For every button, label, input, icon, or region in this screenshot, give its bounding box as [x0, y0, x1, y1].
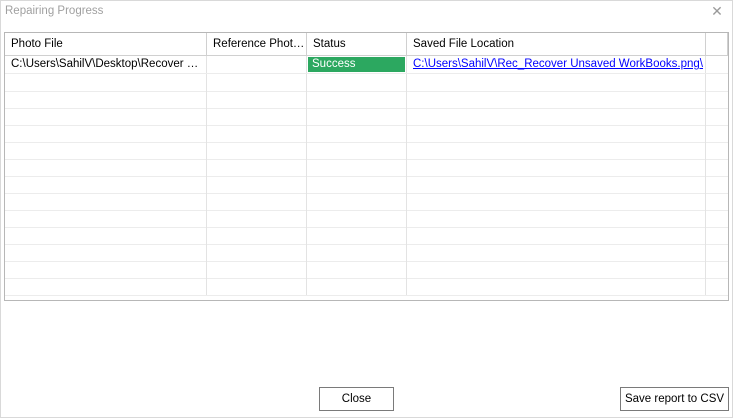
empty-cell	[207, 125, 307, 142]
empty-cell	[207, 91, 307, 108]
empty-cell	[407, 193, 706, 210]
empty-cell	[407, 125, 706, 142]
empty-cell	[307, 125, 407, 142]
empty-cell	[207, 108, 307, 125]
empty-cell	[207, 278, 307, 295]
empty-cell	[207, 74, 307, 91]
empty-cell	[706, 278, 728, 295]
column-header-filler	[706, 33, 728, 55]
empty-cell	[5, 210, 207, 227]
status-badge: Success	[308, 57, 405, 72]
empty-cell	[5, 244, 207, 261]
empty-table-row	[5, 244, 728, 262]
empty-cell	[706, 210, 728, 227]
empty-cell	[5, 142, 207, 159]
empty-cell	[706, 142, 728, 159]
empty-cell	[706, 244, 728, 261]
empty-cell	[307, 261, 407, 278]
empty-cell	[706, 159, 728, 176]
empty-cell	[307, 91, 407, 108]
empty-table-row	[5, 142, 728, 160]
empty-cell	[5, 108, 207, 125]
empty-cell	[706, 108, 728, 125]
title-bar: Repairing Progress ✕	[1, 1, 732, 23]
empty-cell	[706, 193, 728, 210]
column-header-photo-file[interactable]: Photo File	[5, 33, 207, 55]
empty-cell	[207, 210, 307, 227]
reference-photo-cell	[207, 56, 307, 73]
empty-cell	[407, 142, 706, 159]
empty-cell	[407, 210, 706, 227]
empty-cell	[307, 159, 407, 176]
empty-cell	[5, 91, 207, 108]
empty-cell	[207, 193, 307, 210]
empty-cell	[5, 159, 207, 176]
results-table: Photo File Reference Photo... Status Sav…	[4, 32, 729, 301]
empty-table-row	[5, 261, 728, 279]
table-row[interactable]: C:\Users\SahilV\Desktop\Recover Un... Su…	[5, 56, 728, 74]
save-report-csv-button[interactable]: Save report to CSV	[620, 387, 729, 411]
empty-cell	[207, 142, 307, 159]
empty-cell	[207, 159, 307, 176]
empty-table-row	[5, 193, 728, 211]
empty-cell	[207, 227, 307, 244]
empty-cell	[5, 193, 207, 210]
empty-cell	[307, 74, 407, 91]
empty-cell	[706, 261, 728, 278]
empty-cell	[207, 176, 307, 193]
empty-cell	[407, 227, 706, 244]
dialog-title: Repairing Progress	[5, 5, 104, 17]
table-header: Photo File Reference Photo... Status Sav…	[5, 33, 728, 56]
empty-cell	[407, 74, 706, 91]
empty-cell	[706, 227, 728, 244]
empty-cell	[307, 227, 407, 244]
empty-cell	[307, 142, 407, 159]
empty-cell	[307, 278, 407, 295]
empty-cell	[407, 244, 706, 261]
empty-table-row	[5, 125, 728, 143]
close-icon[interactable]: ✕	[710, 4, 724, 18]
empty-cell	[407, 278, 706, 295]
column-header-status[interactable]: Status	[307, 33, 407, 55]
empty-cell	[5, 125, 207, 142]
empty-cell	[706, 176, 728, 193]
empty-cell	[307, 244, 407, 261]
empty-cell	[706, 125, 728, 142]
empty-cell	[5, 227, 207, 244]
empty-cell	[5, 261, 207, 278]
empty-table-row	[5, 74, 728, 92]
empty-cell	[706, 74, 728, 91]
empty-cell	[5, 74, 207, 91]
saved-location-cell: C:\Users\SahilV\Rec_Recover Unsaved Work…	[407, 56, 706, 73]
empty-cell	[207, 261, 307, 278]
empty-cell	[407, 176, 706, 193]
empty-table-row	[5, 176, 728, 194]
repairing-progress-dialog: Repairing Progress ✕ Photo File Referenc…	[0, 0, 733, 418]
empty-table-row	[5, 91, 728, 109]
empty-cell	[407, 108, 706, 125]
empty-cell	[407, 91, 706, 108]
empty-cell	[407, 159, 706, 176]
empty-cell	[5, 176, 207, 193]
empty-cell	[207, 244, 307, 261]
column-header-reference-photo[interactable]: Reference Photo...	[207, 33, 307, 55]
empty-table-row	[5, 159, 728, 177]
filler-cell	[706, 56, 728, 73]
saved-file-link[interactable]: C:\Users\SahilV\Rec_Recover Unsaved Work…	[413, 58, 703, 70]
empty-cell	[307, 176, 407, 193]
empty-cell	[307, 193, 407, 210]
photo-file-cell: C:\Users\SahilV\Desktop\Recover Un...	[5, 56, 207, 73]
status-cell: Success	[307, 56, 407, 73]
empty-table-row	[5, 210, 728, 228]
empty-table-row	[5, 227, 728, 245]
empty-cell	[5, 278, 207, 295]
empty-cell	[407, 261, 706, 278]
empty-table-row	[5, 278, 728, 296]
column-header-saved-file-location[interactable]: Saved File Location	[407, 33, 706, 55]
empty-cell	[307, 210, 407, 227]
close-button[interactable]: Close	[319, 387, 394, 411]
empty-cell	[706, 91, 728, 108]
empty-cell	[307, 108, 407, 125]
empty-table-row	[5, 108, 728, 126]
